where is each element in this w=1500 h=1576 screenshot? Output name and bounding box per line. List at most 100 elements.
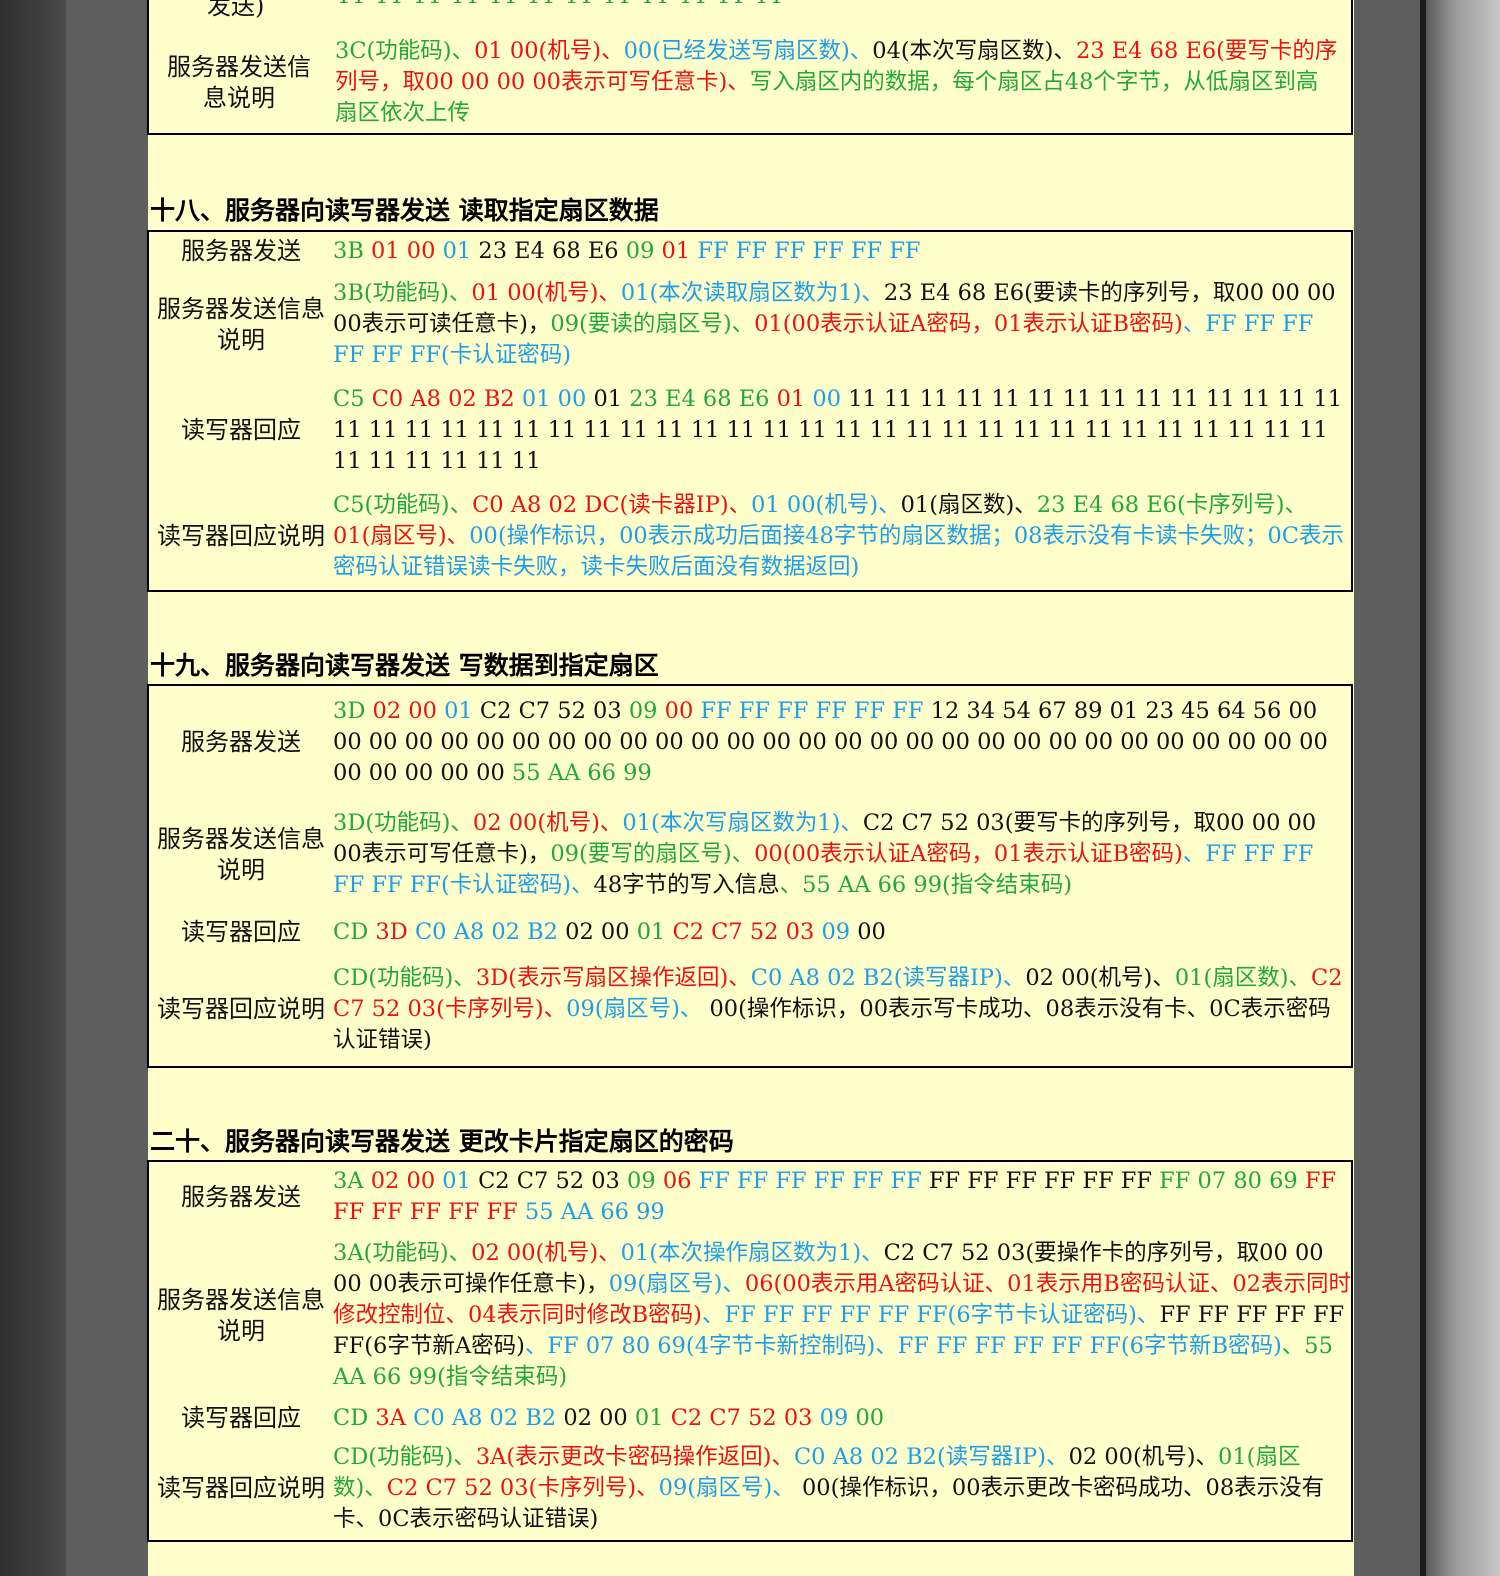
text-segment: 01 (776, 386, 813, 413)
text-segment: 3A (333, 1168, 371, 1195)
text-segment: 06 (662, 1168, 699, 1195)
text-segment: 01(扇区数)、 (1174, 965, 1312, 992)
text-segment: 09(要读的扇区号)、 (550, 311, 755, 338)
text-segment: 00 (664, 697, 701, 724)
text-segment: C2 C7 52 03 (670, 1404, 820, 1431)
row-value: 3D 02 00 01 C2 C7 52 03 09 00 FF FF FF F… (333, 685, 1352, 799)
text-segment: 01(本次读取扇区数为1)、 (620, 280, 884, 307)
text-segment: 3B (333, 238, 372, 265)
text-segment: 、55 AA 66 99(指令结束码) (779, 872, 1073, 899)
text-segment: 09(扇区号)、 (566, 996, 703, 1023)
text-segment: 09(扇区号)、 (608, 1271, 745, 1298)
text-segment: 3D (333, 697, 373, 724)
row-label: 读写器回应 (181, 416, 301, 445)
row-value: CD 3D C0 A8 02 B2 02 00 01 C2 C7 52 03 0… (333, 911, 1352, 953)
text-segment: 01 00(机号)、 (471, 280, 621, 307)
text-segment: 00 (812, 386, 849, 413)
text-segment: 55 AA 66 99 (511, 759, 652, 786)
text-segment: 01 00 (521, 386, 594, 413)
table-row: 读写器回应说明 C5(功能码)、C0 A8 02 DC(读卡器IP)、01 00(… (148, 484, 1352, 591)
row-value: CD(功能码)、3D(表示写扇区操作返回)、C0 A8 02 B2(读写器IP)… (333, 953, 1352, 1067)
text-segment: 01 (444, 697, 480, 724)
row-label: 服务器发送 (181, 1182, 301, 1211)
text-segment: C0 A8 02 B2(读写器IP)、 (750, 965, 1026, 992)
text-segment: 02 00(机号)、 (1068, 1444, 1219, 1471)
text-segment: 00(操作标识，00表示成功后面接48字节的扇区数据；08表示没有卡读卡失败；0… (333, 523, 1345, 581)
text-segment: C0 A8 02 DC(读卡器IP)、 (472, 492, 752, 519)
text-segment: 01(扇区数)、 (900, 492, 1037, 519)
viewer-scrollbar-area (1426, 0, 1500, 1576)
text-segment: 48字节的写入信息 (593, 872, 780, 899)
row-label: 读写器回应说明 (157, 995, 325, 1024)
top-label-fragment: 发送) (207, 0, 265, 20)
text-segment: 23 E4 68 E6 (629, 386, 777, 413)
text-segment: 3D(功能码)、 (333, 810, 473, 837)
row-label: 服务器发送信息说明 (157, 1285, 325, 1345)
text-segment: 09(扇区号)、 (658, 1475, 795, 1502)
text-segment: 09 (627, 1168, 663, 1195)
row-label: 读写器回应 (181, 917, 301, 946)
row-label: 读写器回应说明 (157, 522, 325, 551)
text-segment: 3D(表示写扇区操作返回)、 (475, 965, 751, 992)
text-segment: C0 A8 02 B2 (413, 1404, 564, 1431)
text-segment: 3A (375, 1404, 414, 1431)
row-label: 服务器发送信息说明 (157, 824, 325, 884)
text-segment: C0 A8 02 B2 (371, 386, 522, 413)
table-row: 服务器发送 3B 01 00 01 23 E4 68 E6 09 01 FF FF… (148, 231, 1352, 272)
row-value: CD 3A C0 A8 02 B2 02 00 01 C2 C7 52 03 0… (333, 1399, 1352, 1437)
text-segment: 02 00 (565, 918, 637, 945)
text-segment: 01 (442, 1168, 479, 1195)
text-segment: 01(00表示认证A密码，01表示认证B密码) (754, 311, 1183, 338)
text-segment: 02 00(机号)、 (471, 1240, 621, 1267)
text-segment: C0 A8 02 B2 (414, 918, 566, 945)
text-segment: 02 00 (563, 1404, 635, 1431)
text-segment: 01 (442, 238, 479, 265)
text-segment: 04(本次写扇区数)、 (872, 38, 1076, 64)
row-value: 3A 02 00 01 C2 C7 52 03 09 06 FF FF FF F… (333, 1161, 1352, 1232)
text-segment: FF FF FF FF FF FF (697, 238, 921, 265)
text-segment: FF 07 80 69 (1159, 1168, 1305, 1195)
section-20-table: 服务器发送 3A 02 00 01 C2 C7 52 03 09 06 FF FF… (147, 1160, 1353, 1542)
viewer-background-left (0, 0, 66, 1576)
top-block-fragment: 发送) 44 44 44 44 44 44 44 44 44 44 44 44 … (147, 0, 1353, 135)
row-value: 3B 01 00 01 23 E4 68 E6 09 01 FF FF FF F… (333, 231, 1352, 272)
text-segment: CD (333, 918, 376, 945)
text-segment: C2 C7 52 03 (672, 918, 822, 945)
text-segment: 09 (628, 697, 665, 724)
row-label: 读写器回应说明 (157, 1474, 325, 1503)
row-label: 服务器发送 (181, 237, 301, 266)
table-row: 读写器回应说明 CD(功能码)、3D(表示写扇区操作返回)、C0 A8 02 B2… (148, 953, 1352, 1067)
text-segment: 3D (375, 918, 415, 945)
text-segment: 09 (821, 918, 858, 945)
text-segment: 01 (634, 1404, 671, 1431)
table-row: 服务器发送信息说明 3B(功能码)、01 00(机号)、01(本次读取扇区数为1)… (148, 272, 1352, 378)
table-row: 读写器回应 CD 3A C0 A8 02 B2 02 00 01 C2 C7 52… (148, 1399, 1352, 1437)
table-row: 服务器发送信息说明 3A(功能码)、02 00(机号)、01(本次操作扇区数为1)… (148, 1232, 1352, 1399)
text-segment: 09(要写的扇区号)、 (550, 841, 755, 868)
text-segment: 23 E4 68 E6 (478, 238, 626, 265)
top-hex-fragment: 44 44 44 44 44 44 44 44 44 44 44 44 (335, 0, 783, 9)
text-segment: 01(扇区号)、 (333, 523, 470, 550)
text-segment: CD (333, 1404, 376, 1431)
text-segment: C2 C7 52 03 (478, 1168, 628, 1195)
text-segment: 01(本次操作扇区数为1)、 (620, 1240, 884, 1267)
table-row: 读写器回应说明 CD(功能码)、3A(表示更改卡密码操作返回)、C0 A8 02 … (148, 1437, 1352, 1541)
row-label: 读写器回应 (181, 1403, 301, 1432)
row-label: 服务器发送信息说明 (157, 294, 325, 354)
row-value: CD(功能码)、3A(表示更改卡密码操作返回)、C0 A8 02 B2(读写器I… (333, 1437, 1352, 1541)
section-19-table: 服务器发送 3D 02 00 01 C2 C7 52 03 09 00 FF FF… (147, 684, 1353, 1068)
text-segment: C0 A8 02 B2(读写器IP)、 (793, 1444, 1069, 1471)
row-label: 服务器发送信息说明 (167, 53, 311, 112)
section-18-table: 服务器发送 3B 01 00 01 23 E4 68 E6 09 01 FF FF… (147, 230, 1353, 592)
row-value: 3A(功能码)、02 00(机号)、01(本次操作扇区数为1)、C2 C7 52… (333, 1232, 1352, 1399)
text-segment: 00(已经发送写扇区数)、 (623, 38, 873, 64)
row-value: 3D(功能码)、02 00(机号)、01(本次写扇区数为1)、C2 C7 52 … (333, 799, 1352, 912)
text-segment: 09 (625, 238, 662, 265)
text-segment: 3C(功能码)、 (335, 38, 475, 64)
text-segment: 02 00 (370, 1168, 443, 1195)
text-segment: 01 (661, 238, 698, 265)
table-row: 读写器回应 CD 3D C0 A8 02 B2 02 00 01 C2 C7 52… (148, 911, 1352, 953)
text-segment: C2 C7 52 03 (479, 697, 629, 724)
text-segment: 3A(表示更改卡密码操作返回)、 (475, 1444, 794, 1471)
text-segment: 、FF FF FF FF FF FF(6字节卡认证密码)、 (701, 1302, 1160, 1329)
